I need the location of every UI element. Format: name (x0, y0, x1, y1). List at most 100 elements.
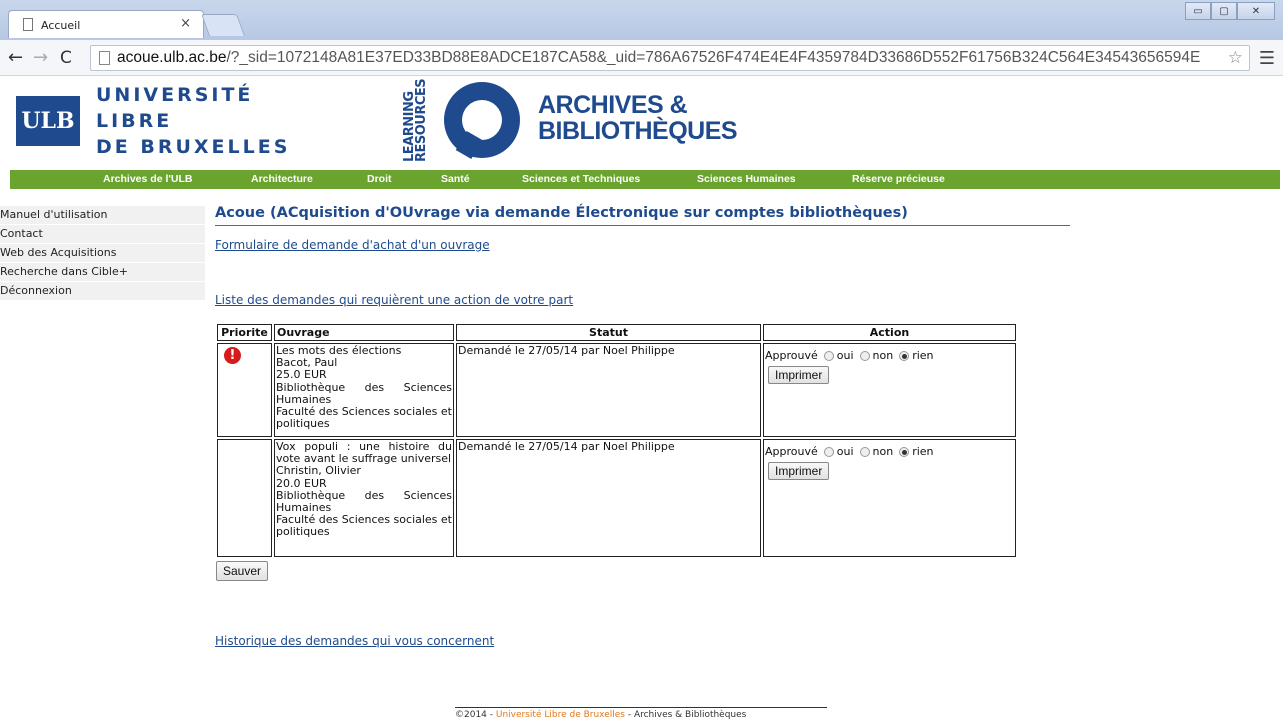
university-name-line: LIBRE (96, 110, 173, 132)
ouvrage-library: Bibliothèque des Sciences Humaines (276, 488, 452, 515)
radio-non[interactable] (859, 351, 870, 362)
browser-toolbar: ← → C acoue.ulb.ac.be/?_sid=1072148A81E3… (0, 40, 1283, 76)
ouvrage-title: Vox populi : une histoire du vote avant … (276, 440, 452, 466)
history-link[interactable]: Historique des demandes qui vous concern… (215, 634, 494, 648)
address-bar[interactable]: acoue.ulb.ac.be/?_sid=1072148A81E37ED33B… (90, 45, 1250, 71)
nav-droit[interactable]: Droit (367, 173, 392, 185)
print-button[interactable]: Imprimer (768, 366, 830, 385)
tab-close-icon[interactable]: × (180, 16, 191, 31)
url-host: acoue.ulb.ac.be (117, 49, 227, 66)
requests-table: Priorite Ouvrage Statut Action ! Les mot… (215, 322, 1018, 559)
table-header-row: Priorite Ouvrage Statut Action (217, 324, 1016, 341)
browser-tab-bar: Accueil × ▭ ▢ ✕ (0, 0, 1283, 40)
footer: ©2014 - Université Libre de Bruxelles - … (455, 710, 746, 720)
page-icon (23, 18, 33, 31)
purchase-form-link[interactable]: Formulaire de demande d'achat d'un ouvra… (215, 238, 490, 252)
page-icon (99, 51, 110, 65)
sidebar-item-recherche-cible[interactable]: Recherche dans Cible+ (0, 263, 205, 282)
tab-title: Accueil (41, 19, 81, 32)
pending-requests-link[interactable]: Liste des demandes qui requièrent une ac… (215, 293, 573, 307)
radio-oui[interactable] (823, 447, 834, 458)
radio-oui[interactable] (823, 351, 834, 362)
radio-non-label: non (872, 349, 894, 362)
archives-logo-line: ARCHIVES & (538, 91, 688, 119)
approve-label: Approuvé (765, 445, 818, 458)
priority-cell (217, 439, 272, 557)
forward-arrow-icon[interactable]: → (33, 47, 48, 68)
approve-label: Approuvé (765, 349, 818, 362)
reload-icon[interactable]: C (60, 48, 72, 68)
university-name-line: DE BRUXELLES (96, 136, 291, 158)
nav-sciences-humaines[interactable]: Sciences Humaines (697, 173, 796, 185)
window-controls: ▭ ▢ ✕ (1185, 2, 1275, 20)
learning-resources-label: LEARNING RESOURCES (402, 78, 438, 162)
table-row: ! Les mots des élections Bacot, Paul 25.… (217, 343, 1016, 437)
radio-rien-label: rien (912, 445, 934, 458)
sidebar-item-deconnexion[interactable]: Déconnexion (0, 282, 205, 301)
footer-ulb-link[interactable]: Université Libre de Bruxelles (496, 710, 625, 720)
nav-archives-ulb[interactable]: Archives de l'ULB (103, 173, 192, 185)
approval-radio-group: Approuvé oui non rien (765, 349, 1014, 362)
ouvrage-faculty: Faculté des Sciences sociales et politiq… (276, 405, 452, 431)
archives-bibliotheques-logo: ARCHIVES & BIBLIOTHÈQUES (538, 91, 738, 145)
sidebar-item-web-acquisitions[interactable]: Web des Acquisitions (0, 244, 205, 263)
ulb-logo[interactable]: ULB (16, 96, 80, 146)
priority-alert-icon: ! (224, 347, 241, 364)
nav-sciences-techniques[interactable]: Sciences et Techniques (522, 173, 640, 185)
priority-cell: ! (217, 343, 272, 437)
university-name-line: UNIVERSITÉ (96, 84, 254, 106)
university-name: UNIVERSITÉ LIBRE DE BRUXELLES (96, 82, 290, 160)
statut-cell: Demandé le 27/05/14 par Noel Philippe (456, 439, 761, 557)
page-title: Acoue (ACquisition d'OUvrage via demande… (215, 205, 1070, 226)
main-navigation: Archives de l'ULB Architecture Droit San… (10, 170, 1280, 189)
nav-sante[interactable]: Santé (441, 173, 470, 185)
back-arrow-icon[interactable]: ← (8, 47, 23, 68)
action-cell: Approuvé oui non rien Imprimer (763, 343, 1016, 437)
table-row: Vox populi : une histoire du vote avant … (217, 439, 1016, 557)
ouvrage-price: 20.0 EUR (276, 476, 327, 490)
radio-rien[interactable] (899, 447, 910, 458)
radio-oui-label: oui (836, 349, 854, 362)
approval-radio-group: Approuvé oui non rien (765, 445, 1014, 458)
ouvrage-author: Christin, Olivier (276, 464, 361, 478)
url-text: acoue.ulb.ac.be/?_sid=1072148A81E37ED33B… (117, 49, 1200, 67)
url-path: /?_sid=1072148A81E37ED33BD88E8ADCE187CA5… (226, 49, 1201, 66)
bookmark-star-icon[interactable]: ☆ (1227, 48, 1243, 68)
sidebar-item-manuel[interactable]: Manuel d'utilisation (0, 206, 205, 225)
archives-logo-icon (444, 82, 520, 158)
action-cell: Approuvé oui non rien Imprimer (763, 439, 1016, 557)
footer-suffix: - Archives & Bibliothèques (624, 710, 747, 720)
ouvrage-cell: Les mots des élections Bacot, Paul 25.0 … (274, 343, 454, 437)
radio-rien[interactable] (899, 351, 910, 362)
ouvrage-cell: Vox populi : une histoire du vote avant … (274, 439, 454, 557)
sidebar: Manuel d'utilisation Contact Web des Acq… (0, 206, 205, 301)
statut-cell: Demandé le 27/05/14 par Noel Philippe (456, 343, 761, 437)
print-button[interactable]: Imprimer (768, 462, 830, 481)
close-window-button[interactable]: ✕ (1237, 2, 1275, 20)
save-button[interactable]: Sauver (216, 561, 269, 581)
ouvrage-price: 25.0 EUR (276, 368, 327, 382)
sidebar-item-contact[interactable]: Contact (0, 225, 205, 244)
nav-reserve-precieuse[interactable]: Réserve précieuse (852, 173, 945, 185)
minimize-button[interactable]: ▭ (1185, 2, 1211, 20)
column-header-priorite: Priorite (217, 324, 272, 341)
learning-resources-line: RESOURCES (414, 78, 429, 162)
radio-non-label: non (872, 445, 894, 458)
radio-rien-label: rien (912, 349, 934, 362)
browser-tab[interactable]: Accueil × (8, 10, 204, 38)
nav-architecture[interactable]: Architecture (251, 173, 313, 185)
browser-menu-icon[interactable]: ☰ (1259, 48, 1275, 69)
column-header-action: Action (763, 324, 1016, 341)
ouvrage-faculty: Faculté des Sciences sociales et politiq… (276, 513, 452, 539)
site-header: ULB UNIVERSITÉ LIBRE DE BRUXELLES LEARNI… (0, 76, 1283, 170)
new-tab-button[interactable] (200, 14, 246, 36)
footer-copyright: ©2014 - (455, 710, 496, 720)
radio-non[interactable] (859, 447, 870, 458)
radio-oui-label: oui (836, 445, 854, 458)
footer-divider (455, 707, 827, 708)
column-header-statut: Statut (456, 324, 761, 341)
column-header-ouvrage: Ouvrage (274, 324, 454, 341)
archives-logo-line: BIBLIOTHÈQUES (538, 117, 738, 145)
restore-button[interactable]: ▢ (1211, 2, 1237, 20)
ouvrage-library: Bibliothèque des Sciences Humaines (276, 380, 452, 406)
